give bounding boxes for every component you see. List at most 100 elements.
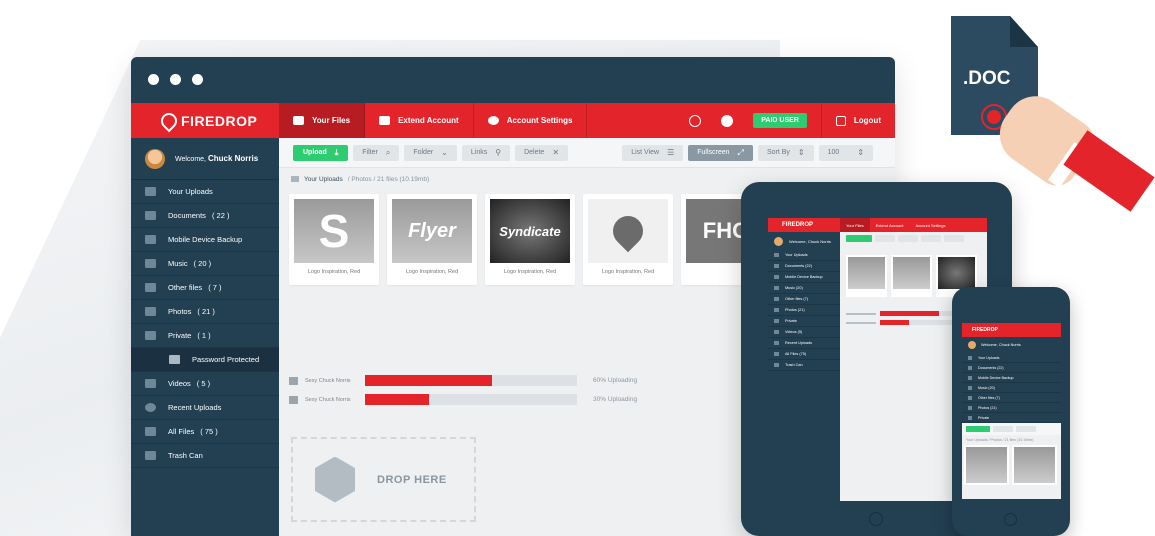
tab-extend-account[interactable]: Extend Account xyxy=(365,103,474,138)
breadcrumb-folder[interactable]: Photos xyxy=(351,176,371,183)
sidebar-item-label: Videos xyxy=(168,379,191,388)
upload-button[interactable] xyxy=(846,235,872,242)
phone-menu-item[interactable]: Other files (7) xyxy=(962,393,1061,403)
list-view-button[interactable]: List View ☰ xyxy=(622,144,684,161)
tablet-sidebar-item[interactable]: All Files (75) xyxy=(768,349,840,360)
image-icon xyxy=(289,376,298,385)
sidebar-item-music[interactable]: Music ( 20 ) xyxy=(131,252,279,276)
tab-account-settings[interactable]: Account Settings xyxy=(474,103,588,138)
tablet-sidebar-item[interactable]: Mobile Device Backup xyxy=(768,272,840,283)
music-note-icon xyxy=(774,286,779,290)
tablet-brand: FIREDROP xyxy=(782,222,814,228)
sidebar-item-trash-can[interactable]: Trash Can xyxy=(131,444,279,468)
sidebar-item-count: ( 20 ) xyxy=(193,259,212,268)
delete-label: Delete xyxy=(524,149,545,156)
sidebar-item-count: ( 1 ) xyxy=(197,331,211,340)
sidebar-item-all-files[interactable]: All Files ( 75 ) xyxy=(131,420,279,444)
sidebar-item-your-uploads[interactable]: Your Uploads xyxy=(131,180,279,204)
tablet-sidebar-item[interactable]: Photos (21) xyxy=(768,305,840,316)
file-card[interactable] xyxy=(846,255,887,297)
file-card[interactable]: S Logo Inspiration, Red xyxy=(289,194,379,285)
trash-icon xyxy=(145,451,156,460)
tablet-sidebar-item[interactable]: Private xyxy=(768,316,840,327)
sidebar-item-other-files[interactable]: Other files ( 7 ) xyxy=(131,276,279,300)
expand-icon: ⤢ xyxy=(737,147,744,157)
brand-logo[interactable]: FIREDROP xyxy=(131,103,279,138)
upload-progress-bar xyxy=(365,375,577,386)
window-dot[interactable] xyxy=(148,74,159,85)
tablet-tab[interactable]: Account Settings xyxy=(909,218,951,232)
upload-progress-fill xyxy=(365,375,493,386)
file-icon xyxy=(774,297,779,301)
file-card[interactable] xyxy=(891,255,932,297)
toolbar-button[interactable] xyxy=(921,235,941,242)
toolbar-button[interactable] xyxy=(993,426,1013,432)
list-view-label: List View xyxy=(631,149,660,156)
sidebar-item-videos[interactable]: Videos ( 5 ) xyxy=(131,372,279,396)
sidebar-item-documents[interactable]: Documents ( 22 ) xyxy=(131,204,279,228)
file-card[interactable]: Syndicate Logo Inspiration, Red xyxy=(485,194,575,285)
upload-button[interactable] xyxy=(966,426,990,432)
logout-button[interactable]: Logout xyxy=(820,103,895,138)
tab-your-files[interactable]: Your Files xyxy=(279,103,366,138)
phone-menu-item[interactable]: Photos (21) xyxy=(962,403,1061,413)
sidebar-item-label: Trash Can xyxy=(168,451,203,460)
sidebar-item-password-protected[interactable]: Password Protected xyxy=(131,348,279,372)
cloud-icon xyxy=(968,355,972,360)
tablet-sidebar-item[interactable]: Other files (7) xyxy=(768,294,840,305)
drop-zone[interactable]: DROP HERE xyxy=(291,437,476,522)
phone-menu-item[interactable]: Documents (22) xyxy=(962,363,1061,373)
upload-button[interactable]: Upload ⤓ xyxy=(293,144,349,161)
toolbar-button[interactable] xyxy=(898,235,918,242)
file-thumbnail: Flyer xyxy=(392,199,472,263)
phone-menu-item[interactable]: Private xyxy=(962,413,1061,423)
tablet-sidebar-item[interactable]: Recent Uploads xyxy=(768,338,840,349)
file-card[interactable]: Logo Inspiration, Red xyxy=(583,194,673,285)
file-card[interactable] xyxy=(964,445,1009,485)
fullscreen-button[interactable]: Fullscreen ⤢ xyxy=(688,144,753,161)
phone-home-button[interactable] xyxy=(1004,513,1017,526)
upload-status: 60% Uploading xyxy=(593,377,638,384)
toolbar-button[interactable] xyxy=(875,235,895,242)
avatar[interactable] xyxy=(145,148,165,169)
phone-menu-item[interactable]: Your Uploads xyxy=(962,353,1061,363)
folder-dropdown[interactable]: Folder ⌄ xyxy=(404,144,457,161)
upload-progress-bar xyxy=(365,394,577,405)
sidebar-item-mobile-backup[interactable]: Mobile Device Backup xyxy=(131,228,279,252)
sidebar-item-photos[interactable]: Photos ( 21 ) xyxy=(131,300,279,324)
breadcrumb-root[interactable]: Your Uploads xyxy=(304,176,343,183)
tablet-sidebar-item[interactable]: Videos (5) xyxy=(768,327,840,338)
toolbar-button[interactable] xyxy=(944,235,964,242)
delete-button[interactable]: Delete ✕ xyxy=(515,144,569,161)
sidebar-item-recent-uploads[interactable]: Recent Uploads xyxy=(131,396,279,420)
file-card[interactable] xyxy=(1012,445,1057,485)
phone-menu-item[interactable]: Mobile Device Backup xyxy=(962,373,1061,383)
tablet-tab[interactable]: Extend Account xyxy=(870,218,910,232)
phone-menu-item[interactable]: Music (20) xyxy=(962,383,1061,393)
globe-icon[interactable] xyxy=(721,114,734,127)
paid-user-badge[interactable]: PAID USER xyxy=(753,113,807,128)
window-dot[interactable] xyxy=(192,74,203,85)
tablet-sidebar-item[interactable]: Documents (22) xyxy=(768,261,840,272)
sort-by-dropdown[interactable]: Sort By ⇕ xyxy=(757,144,814,161)
filter-button[interactable]: Filter ⌕ xyxy=(353,144,400,161)
phone-screen: FIREDROP Welcome, Chuck Norris Your Uplo… xyxy=(962,323,1061,499)
tablet-sidebar-item[interactable]: Music (20) xyxy=(768,283,840,294)
tablet-home-button[interactable] xyxy=(869,512,883,526)
file-card[interactable]: Flyer Logo Inspiration, Red xyxy=(387,194,477,285)
tablet-sidebar-item[interactable]: Your Uploads xyxy=(768,250,840,261)
tablet-welcome-text: Welcome, Chuck Norris xyxy=(789,238,831,244)
sidebar-item-label: Documents xyxy=(168,211,206,220)
tablet-sidebar-item[interactable]: Trash Can xyxy=(768,360,840,371)
search-icon[interactable] xyxy=(689,114,702,127)
tablet-tab[interactable]: Your Files xyxy=(840,218,870,232)
sidebar-item-label: All Files xyxy=(168,427,195,436)
sidebar-item-count: ( 22 ) xyxy=(211,211,230,220)
window-dot[interactable] xyxy=(170,74,181,85)
per-page-select[interactable]: 100 ⇕ xyxy=(818,144,873,161)
tablet-item-label: Mobile Device Backup xyxy=(785,275,823,279)
toolbar-button[interactable] xyxy=(1016,426,1036,432)
sidebar-item-private[interactable]: Private ( 1 ) xyxy=(131,324,279,348)
links-button[interactable]: Links ⚲ xyxy=(461,144,511,161)
image-icon xyxy=(774,308,779,312)
